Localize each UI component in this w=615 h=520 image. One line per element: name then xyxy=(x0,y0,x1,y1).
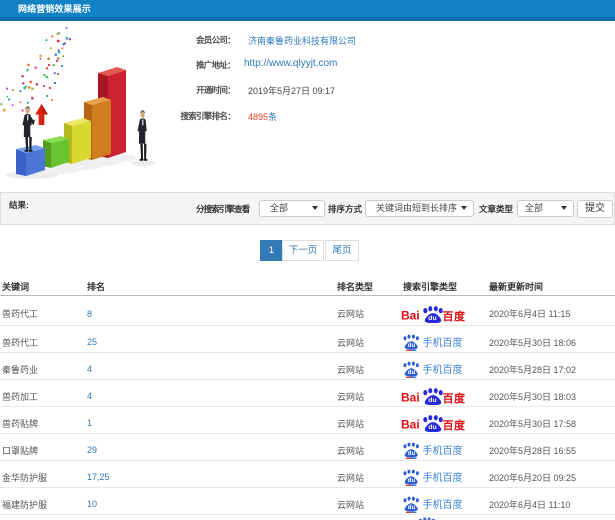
svg-text:手机百度: 手机百度 xyxy=(423,363,463,376)
svg-text:du: du xyxy=(428,397,436,404)
svg-text:du: du xyxy=(428,424,436,431)
svg-text:百度: 百度 xyxy=(443,418,466,432)
svg-text:手机百度: 手机百度 xyxy=(423,498,463,511)
svg-text:du: du xyxy=(408,451,416,457)
svg-text:Bai: Bai xyxy=(401,308,420,322)
svg-text:du: du xyxy=(408,370,416,376)
svg-text:du: du xyxy=(408,478,416,484)
svg-text:du: du xyxy=(428,315,436,322)
svg-text:百度: 百度 xyxy=(443,391,466,405)
svg-text:Bai: Bai xyxy=(401,391,420,405)
svg-text:手机百度: 手机百度 xyxy=(423,471,463,484)
svg-text:手机百度: 手机百度 xyxy=(423,444,463,457)
svg-text:手机百度: 手机百度 xyxy=(423,336,463,349)
svg-text:百度: 百度 xyxy=(443,309,466,323)
svg-text:Bai: Bai xyxy=(401,418,420,432)
svg-text:du: du xyxy=(408,505,416,511)
svg-text:du: du xyxy=(408,343,416,349)
